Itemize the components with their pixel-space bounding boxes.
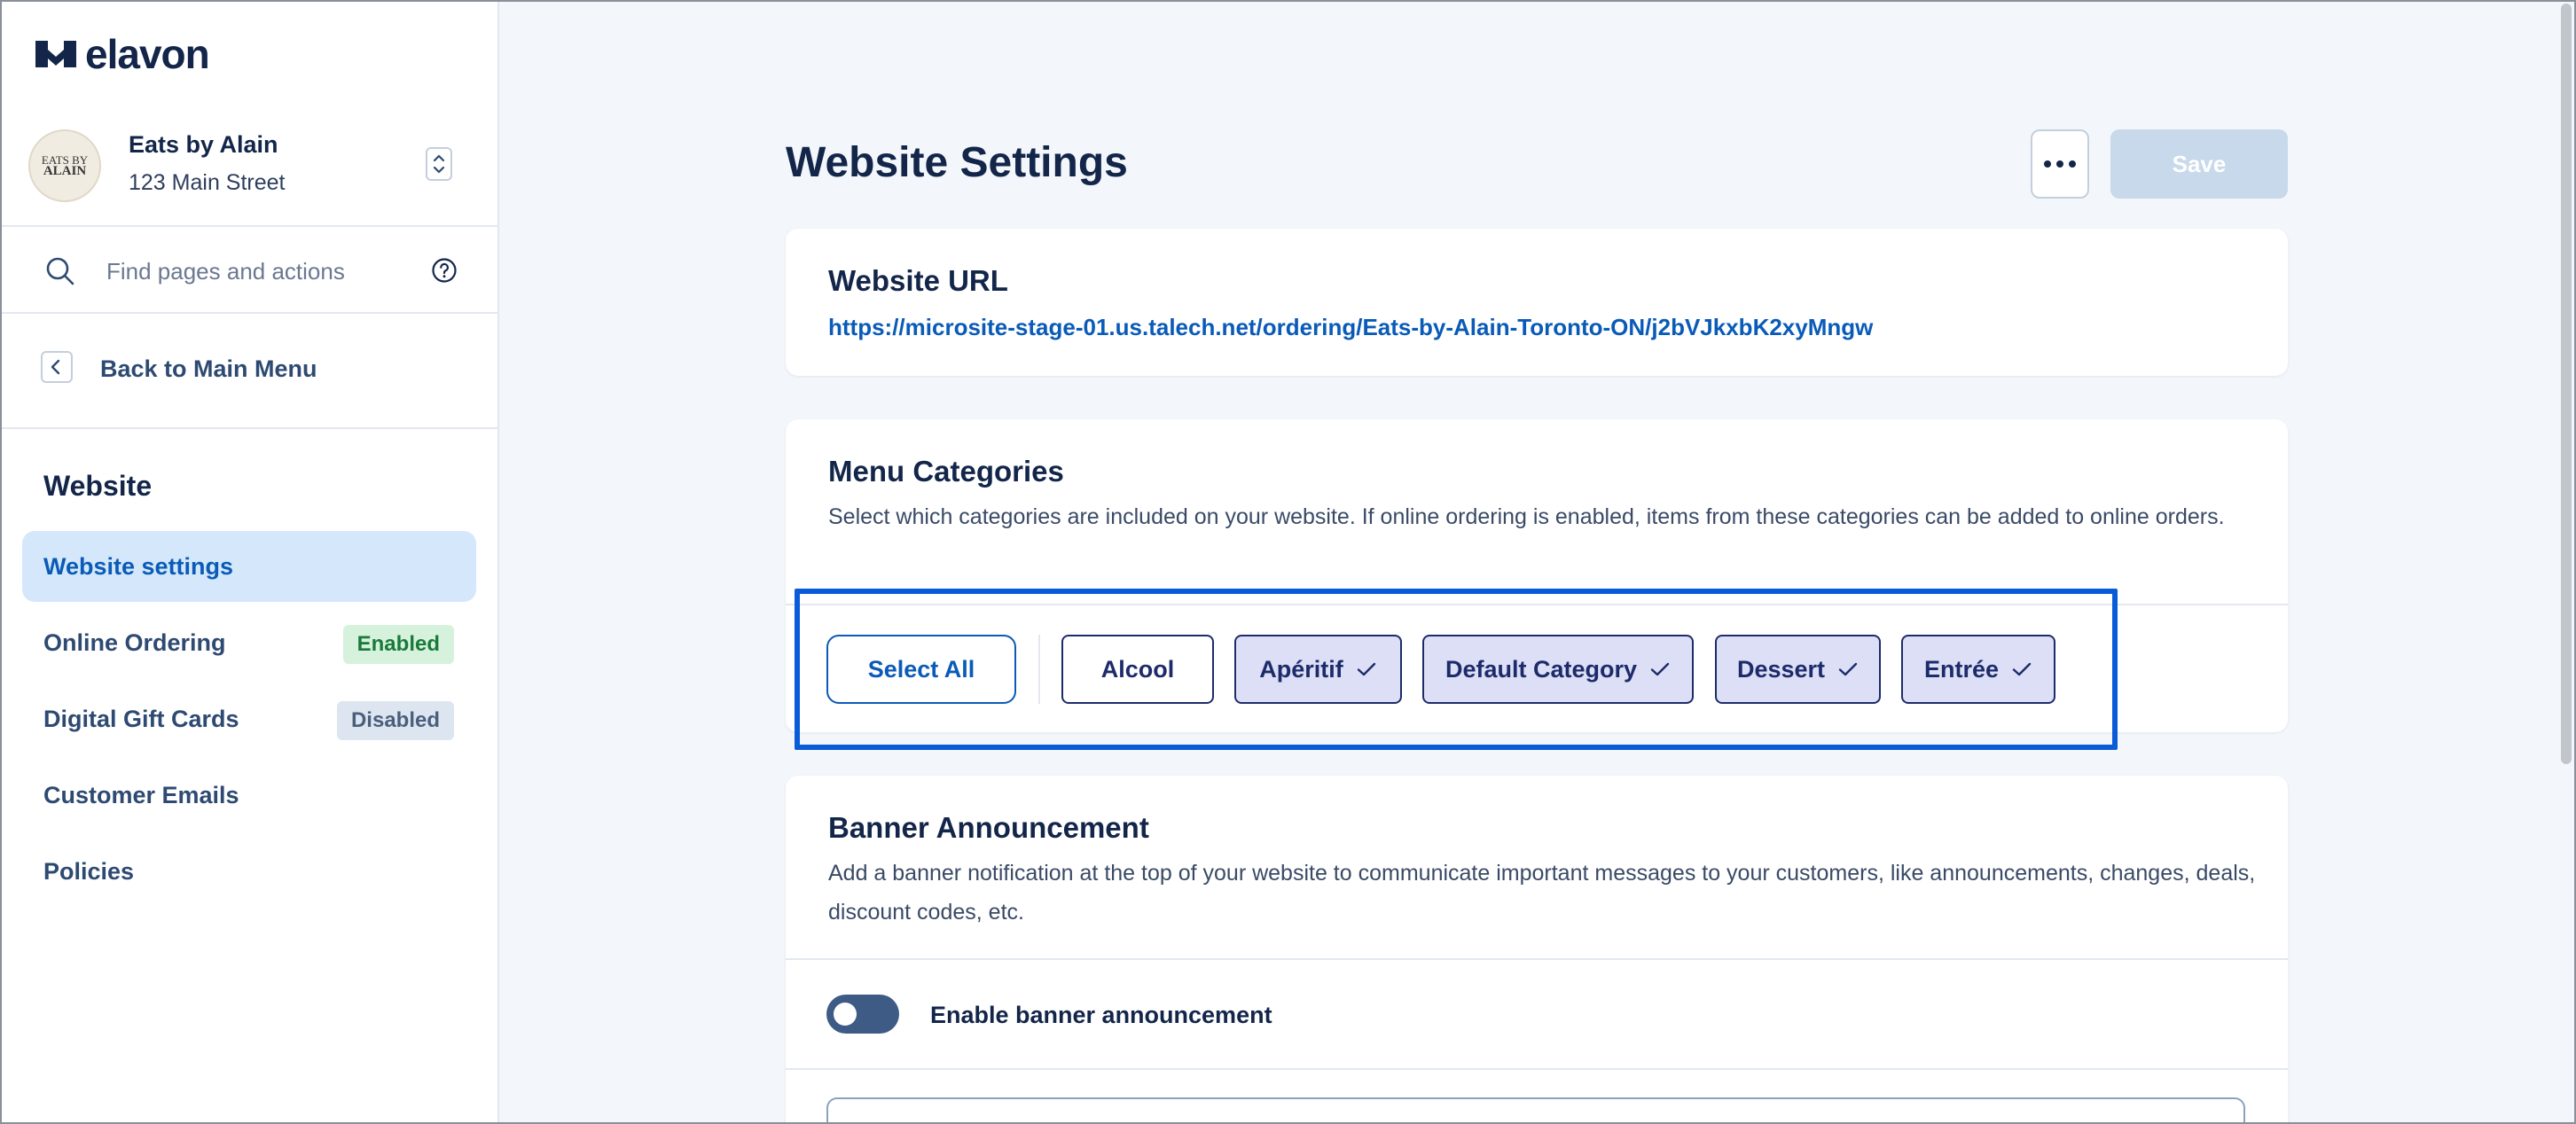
sidebar-item-label: Online Ordering — [43, 629, 226, 656]
sidebar-item-digital-gift-cards[interactable]: Digital Gift Cards Disabled — [22, 683, 476, 754]
chip-label: Entrée — [1923, 655, 2000, 683]
website-url-link[interactable]: https://microsite-stage-01.us.talech.net… — [828, 314, 1873, 341]
status-badge-enabled: Enabled — [342, 625, 454, 664]
sidebar-item-website-settings[interactable]: Website settings — [22, 531, 476, 602]
business-address: 123 Main Street — [129, 170, 286, 195]
banner-description: Add a banner notification at the top of … — [828, 861, 2256, 925]
category-chip-alcool[interactable]: Alcool — [1061, 635, 1214, 704]
business-name: Eats by Alain — [129, 131, 278, 158]
category-chip-aperitif[interactable]: Apéritif — [1234, 635, 1402, 704]
business-switcher[interactable]: EATS BY ALAIN Eats by Alain 123 Main Str… — [0, 115, 497, 227]
elavon-logo-icon — [35, 41, 76, 67]
sidebar-item-online-ordering[interactable]: Online Ordering Enabled — [22, 607, 476, 678]
banner-toggle-label: Enable banner announcement — [930, 1002, 1272, 1028]
menu-categories-description: Select which categories are included on … — [828, 504, 2225, 529]
back-button[interactable] — [41, 351, 73, 383]
card-divider — [786, 604, 2288, 605]
sidebar-section-title: Website — [43, 470, 153, 502]
toggle-knob — [834, 1003, 857, 1026]
search-input[interactable] — [106, 252, 408, 291]
brand-name: elavon — [85, 31, 210, 77]
sidebar-item-label: Digital Gift Cards — [43, 706, 239, 732]
chip-label: Default Category — [1445, 655, 1638, 683]
page-scrollbar[interactable] — [2561, 4, 2572, 764]
menu-categories-title: Menu Categories — [828, 455, 1064, 488]
category-chip-entree[interactable]: Entrée — [1901, 635, 2055, 704]
help-icon[interactable] — [431, 257, 458, 284]
category-chip-dessert[interactable]: Dessert — [1715, 635, 1881, 704]
card-divider — [786, 958, 2288, 960]
card-divider — [786, 1068, 2288, 1070]
sidebar-item-label: Website settings — [43, 553, 234, 580]
chevron-up-down-icon — [433, 154, 445, 174]
more-dot — [2056, 160, 2063, 168]
chip-label: Apéritif — [1259, 655, 1343, 683]
check-icon — [1650, 662, 1670, 676]
sidebar-item-customer-emails[interactable]: Customer Emails — [22, 760, 476, 831]
search-bar — [0, 229, 497, 314]
select-all-button[interactable]: Select All — [826, 635, 1016, 704]
business-avatar: EATS BY ALAIN — [28, 129, 101, 202]
banner-announcement-card: Banner Announcement Add a banner notific… — [786, 776, 2288, 1124]
more-options-button[interactable] — [2031, 129, 2089, 199]
category-chip-default-category[interactable]: Default Category — [1422, 635, 1694, 704]
website-url-title: Website URL — [828, 264, 1008, 297]
chevron-left-icon — [51, 359, 60, 375]
elavon-logo[interactable]: elavon — [35, 31, 210, 77]
more-dot — [2044, 160, 2051, 168]
banner-message-input[interactable] — [826, 1097, 2245, 1124]
location-switch-button[interactable] — [426, 147, 452, 181]
banner-title: Banner Announcement — [828, 811, 1149, 844]
save-button[interactable]: Save — [2110, 129, 2288, 199]
search-icon — [46, 257, 74, 285]
banner-toggle[interactable] — [826, 995, 899, 1034]
check-icon — [2012, 662, 2032, 676]
avatar-text-bottom: ALAIN — [43, 164, 87, 178]
website-url-card: Website URL https://microsite-stage-01.u… — [786, 229, 2288, 376]
check-icon — [1357, 662, 1375, 676]
sidebar: elavon EATS BY ALAIN Eats by Alain 123 M… — [0, 0, 499, 1124]
check-icon — [1838, 662, 1858, 676]
chip-label: Alcool — [1100, 655, 1175, 683]
back-to-main-menu[interactable]: Back to Main Menu — [0, 316, 497, 429]
chip-separator — [1038, 635, 1040, 704]
sidebar-item-policies[interactable]: Policies — [22, 836, 476, 907]
status-badge-disabled: Disabled — [336, 701, 454, 740]
sidebar-item-label: Customer Emails — [43, 782, 239, 808]
chip-label: Dessert — [1736, 655, 1826, 683]
sidebar-item-label: Policies — [43, 858, 135, 885]
more-dot — [2069, 160, 2076, 168]
back-label: Back to Main Menu — [100, 355, 317, 382]
page-title: Website Settings — [786, 139, 1128, 186]
